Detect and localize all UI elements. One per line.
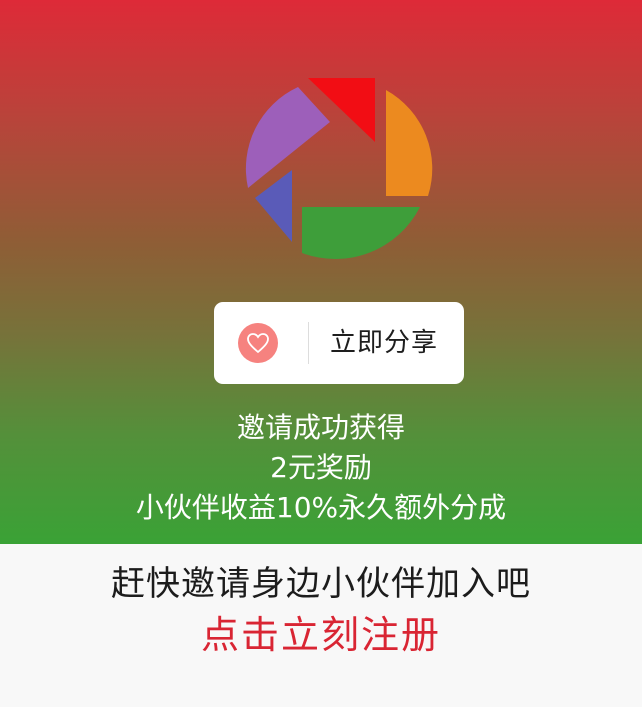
- reward-line-2: 2元奖励: [270, 451, 372, 484]
- app-logo: [245, 78, 433, 260]
- share-divider: [308, 322, 309, 364]
- reward-line-1: 邀请成功获得: [236, 411, 405, 444]
- reward-line-3: 小伙伴收益10%永久额外分成: [135, 491, 507, 524]
- logo-segment-green: [302, 207, 420, 260]
- share-button[interactable]: 立即分享: [214, 302, 464, 384]
- logo-segment-orange: [386, 90, 433, 196]
- hero-banner: 立即分享 邀请成功获得 2元奖励 小伙伴收益10%永久额外分成: [0, 0, 642, 544]
- heart-icon: [238, 323, 278, 363]
- register-link[interactable]: 点击立刻注册: [0, 604, 642, 659]
- share-label: 立即分享: [330, 328, 439, 358]
- logo-segment-blue: [255, 170, 292, 242]
- logo-segment-purple: [245, 87, 330, 188]
- invite-text: 赶快邀请身边小伙伴加入吧: [111, 564, 531, 604]
